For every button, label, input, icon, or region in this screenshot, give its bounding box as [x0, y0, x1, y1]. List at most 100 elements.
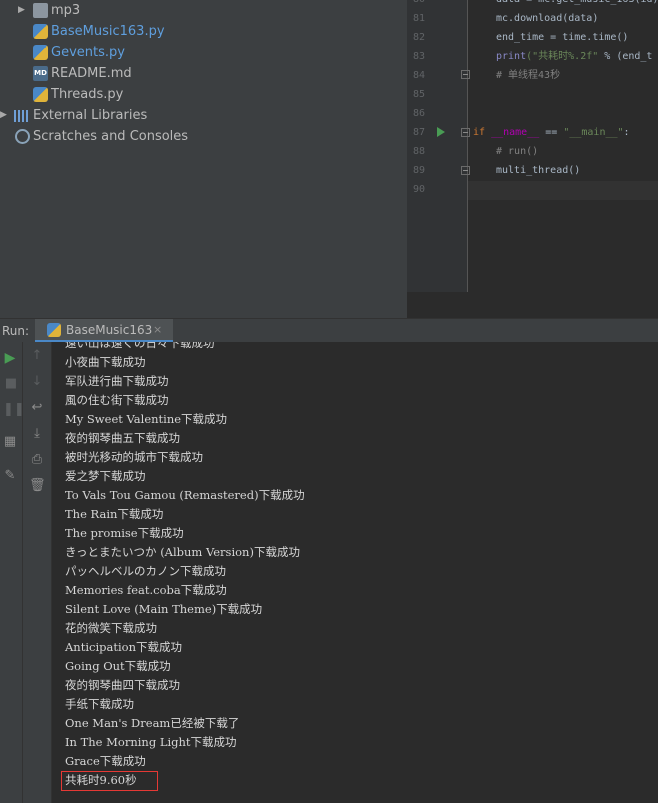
console-line: Going Out下载成功	[65, 659, 171, 673]
code-line-81: mc.download(data)	[496, 13, 599, 24]
code-token: __name__	[485, 127, 540, 138]
tree-item-threads[interactable]: Threads.py	[0, 84, 407, 105]
tree-item-label: README.md	[51, 66, 132, 81]
stop-icon[interactable]: ■	[3, 376, 19, 392]
code-line-82: end_time = time.time()	[496, 32, 629, 43]
tree-item-label: mp3	[51, 3, 81, 18]
tree-item-scratches[interactable]: Scratches and Consoles	[0, 126, 407, 147]
console-output[interactable]: 遠い山は遠くの日々下载成功小夜曲下载成功军队进行曲下载成功 風の住む街下载成功 My…	[52, 342, 658, 803]
pin-icon[interactable]: ✎	[2, 468, 18, 484]
console-line: The Rain下载成功	[65, 507, 164, 521]
console-line: パッヘルベルのカノン下载成功	[65, 564, 226, 578]
line-number: 87	[412, 127, 425, 138]
python-file-icon	[33, 87, 48, 102]
tree-item-label: Gevents.py	[51, 45, 125, 60]
code-token: ==	[539, 127, 564, 138]
fold-marker-icon[interactable]	[461, 128, 470, 137]
line-number: 81	[412, 13, 425, 24]
code-token: if	[473, 127, 486, 138]
scroll-down-icon[interactable]: ↓	[29, 374, 45, 390]
line-number: 90	[412, 184, 425, 195]
console-line: Anticipation下载成功	[65, 640, 182, 654]
folder-icon	[33, 3, 48, 18]
console-line: 夜的钢琴曲四下载成功	[65, 678, 180, 692]
tree-item-basemusic163[interactable]: BaseMusic163.py	[0, 21, 407, 42]
markdown-file-icon: MD	[33, 66, 48, 81]
line-number: 82	[412, 32, 425, 43]
scroll-to-end-icon[interactable]: ⤓	[29, 426, 45, 442]
run-toolbar-secondary: ↑ ↓ ↩ ⤓ ⎙ 🗑	[23, 342, 52, 803]
tree-item-label: External Libraries	[33, 108, 148, 123]
library-icon	[14, 110, 29, 122]
line-number: 89	[412, 165, 425, 176]
scroll-up-icon[interactable]: ↑	[29, 348, 45, 364]
print-icon[interactable]: ⎙	[29, 452, 45, 468]
code-line-88: # run()	[496, 146, 539, 157]
console-line: 爱之梦下载成功	[65, 469, 146, 483]
code-line-80: data = mc.get_music_163(id)	[496, 0, 658, 9]
code-token: % (end_t	[598, 51, 653, 62]
highlight-box	[61, 771, 158, 791]
console-line: My Sweet Valentine下载成功	[65, 412, 228, 426]
code-token: print	[496, 51, 527, 62]
run-gutter-icon[interactable]	[437, 127, 445, 137]
pause-icon[interactable]: ❚❚	[3, 402, 25, 418]
console-line: To Vals Tou Gamou (Remastered)下载成功	[65, 488, 305, 502]
tree-item-label: Threads.py	[51, 87, 124, 102]
fold-marker-icon[interactable]	[461, 70, 470, 79]
current-line-highlight	[468, 181, 658, 200]
console-line: In The Morning Light下载成功	[65, 735, 237, 749]
scratches-icon	[15, 129, 30, 144]
code-line-84: # 单线程43秒	[496, 70, 561, 81]
run-toolbar-primary: ▶ ■ ❚❚ ▦ ✎	[0, 342, 25, 803]
code-token: ("共耗时%.2f"	[526, 51, 599, 62]
run-tab-basemusic163[interactable]: BaseMusic163 ×	[35, 319, 173, 342]
tree-item-gevents[interactable]: Gevents.py	[0, 42, 407, 63]
expand-arrow-icon[interactable]: ▶	[0, 105, 10, 126]
tree-item-label: BaseMusic163.py	[51, 24, 165, 39]
line-number: 88	[412, 146, 425, 157]
project-tree-panel: ▶ mp3 BaseMusic163.py Gevents.py MD READ…	[0, 0, 407, 318]
console-line: 被时光移动的城市下载成功	[65, 450, 203, 464]
console-line: きっとまたいつか (Album Version)下载成功	[65, 545, 300, 559]
code-line-87: if __name__ == "__main__":	[473, 123, 630, 142]
line-number: 80	[407, 0, 425, 9]
python-file-icon	[33, 45, 48, 60]
rerun-icon[interactable]: ▶	[2, 350, 18, 366]
line-number: 83	[412, 51, 425, 62]
line-number: 84	[412, 70, 425, 81]
expand-arrow-icon[interactable]: ▶	[18, 0, 28, 21]
close-icon[interactable]: ×	[153, 319, 162, 341]
tree-item-readme[interactable]: MD README.md	[0, 63, 407, 84]
console-line: 風の住む街下载成功	[65, 393, 169, 407]
run-tab-label: BaseMusic163	[66, 323, 153, 337]
console-line: Silent Love (Main Theme)下载成功	[65, 602, 263, 616]
python-file-icon	[33, 24, 48, 39]
code-token: "__main__"	[563, 127, 624, 138]
console-line: One Man's Dream已经被下载了	[65, 716, 240, 730]
console-line: The promise下载成功	[65, 526, 184, 540]
console-line: 手纸下载成功	[65, 697, 134, 711]
run-tool-header: Run: BaseMusic163 ×	[0, 318, 658, 342]
console-line: 军队进行曲下载成功	[65, 374, 169, 388]
code-line-83: print("共耗时%.2f" % (end_t	[496, 47, 652, 66]
fold-marker-icon[interactable]	[461, 166, 470, 175]
console-line: 夜的钢琴曲五下载成功	[65, 431, 180, 445]
run-label: Run:	[2, 324, 30, 338]
line-number: 86	[412, 108, 425, 119]
line-number: 85	[412, 89, 425, 100]
tree-item-mp3[interactable]: ▶ mp3	[0, 0, 407, 21]
console-line: 遠い山は遠くの日々下载成功	[65, 342, 215, 350]
tree-item-external-libraries[interactable]: ▶ External Libraries	[0, 105, 407, 126]
console-line: Memories feat.coba下载成功	[65, 583, 227, 597]
console-line: 小夜曲下载成功	[65, 355, 146, 369]
python-file-icon	[47, 323, 61, 337]
console-line: 花的微笑下载成功	[65, 621, 157, 635]
layout-icon[interactable]: ▦	[2, 434, 18, 450]
code-token: :	[623, 127, 630, 138]
editor-empty-area	[407, 292, 658, 318]
tree-item-label: Scratches and Consoles	[33, 129, 189, 144]
soft-wrap-icon[interactable]: ↩	[29, 400, 45, 416]
trash-icon[interactable]: 🗑	[29, 478, 46, 494]
code-line-89: multi_thread()	[496, 165, 581, 176]
